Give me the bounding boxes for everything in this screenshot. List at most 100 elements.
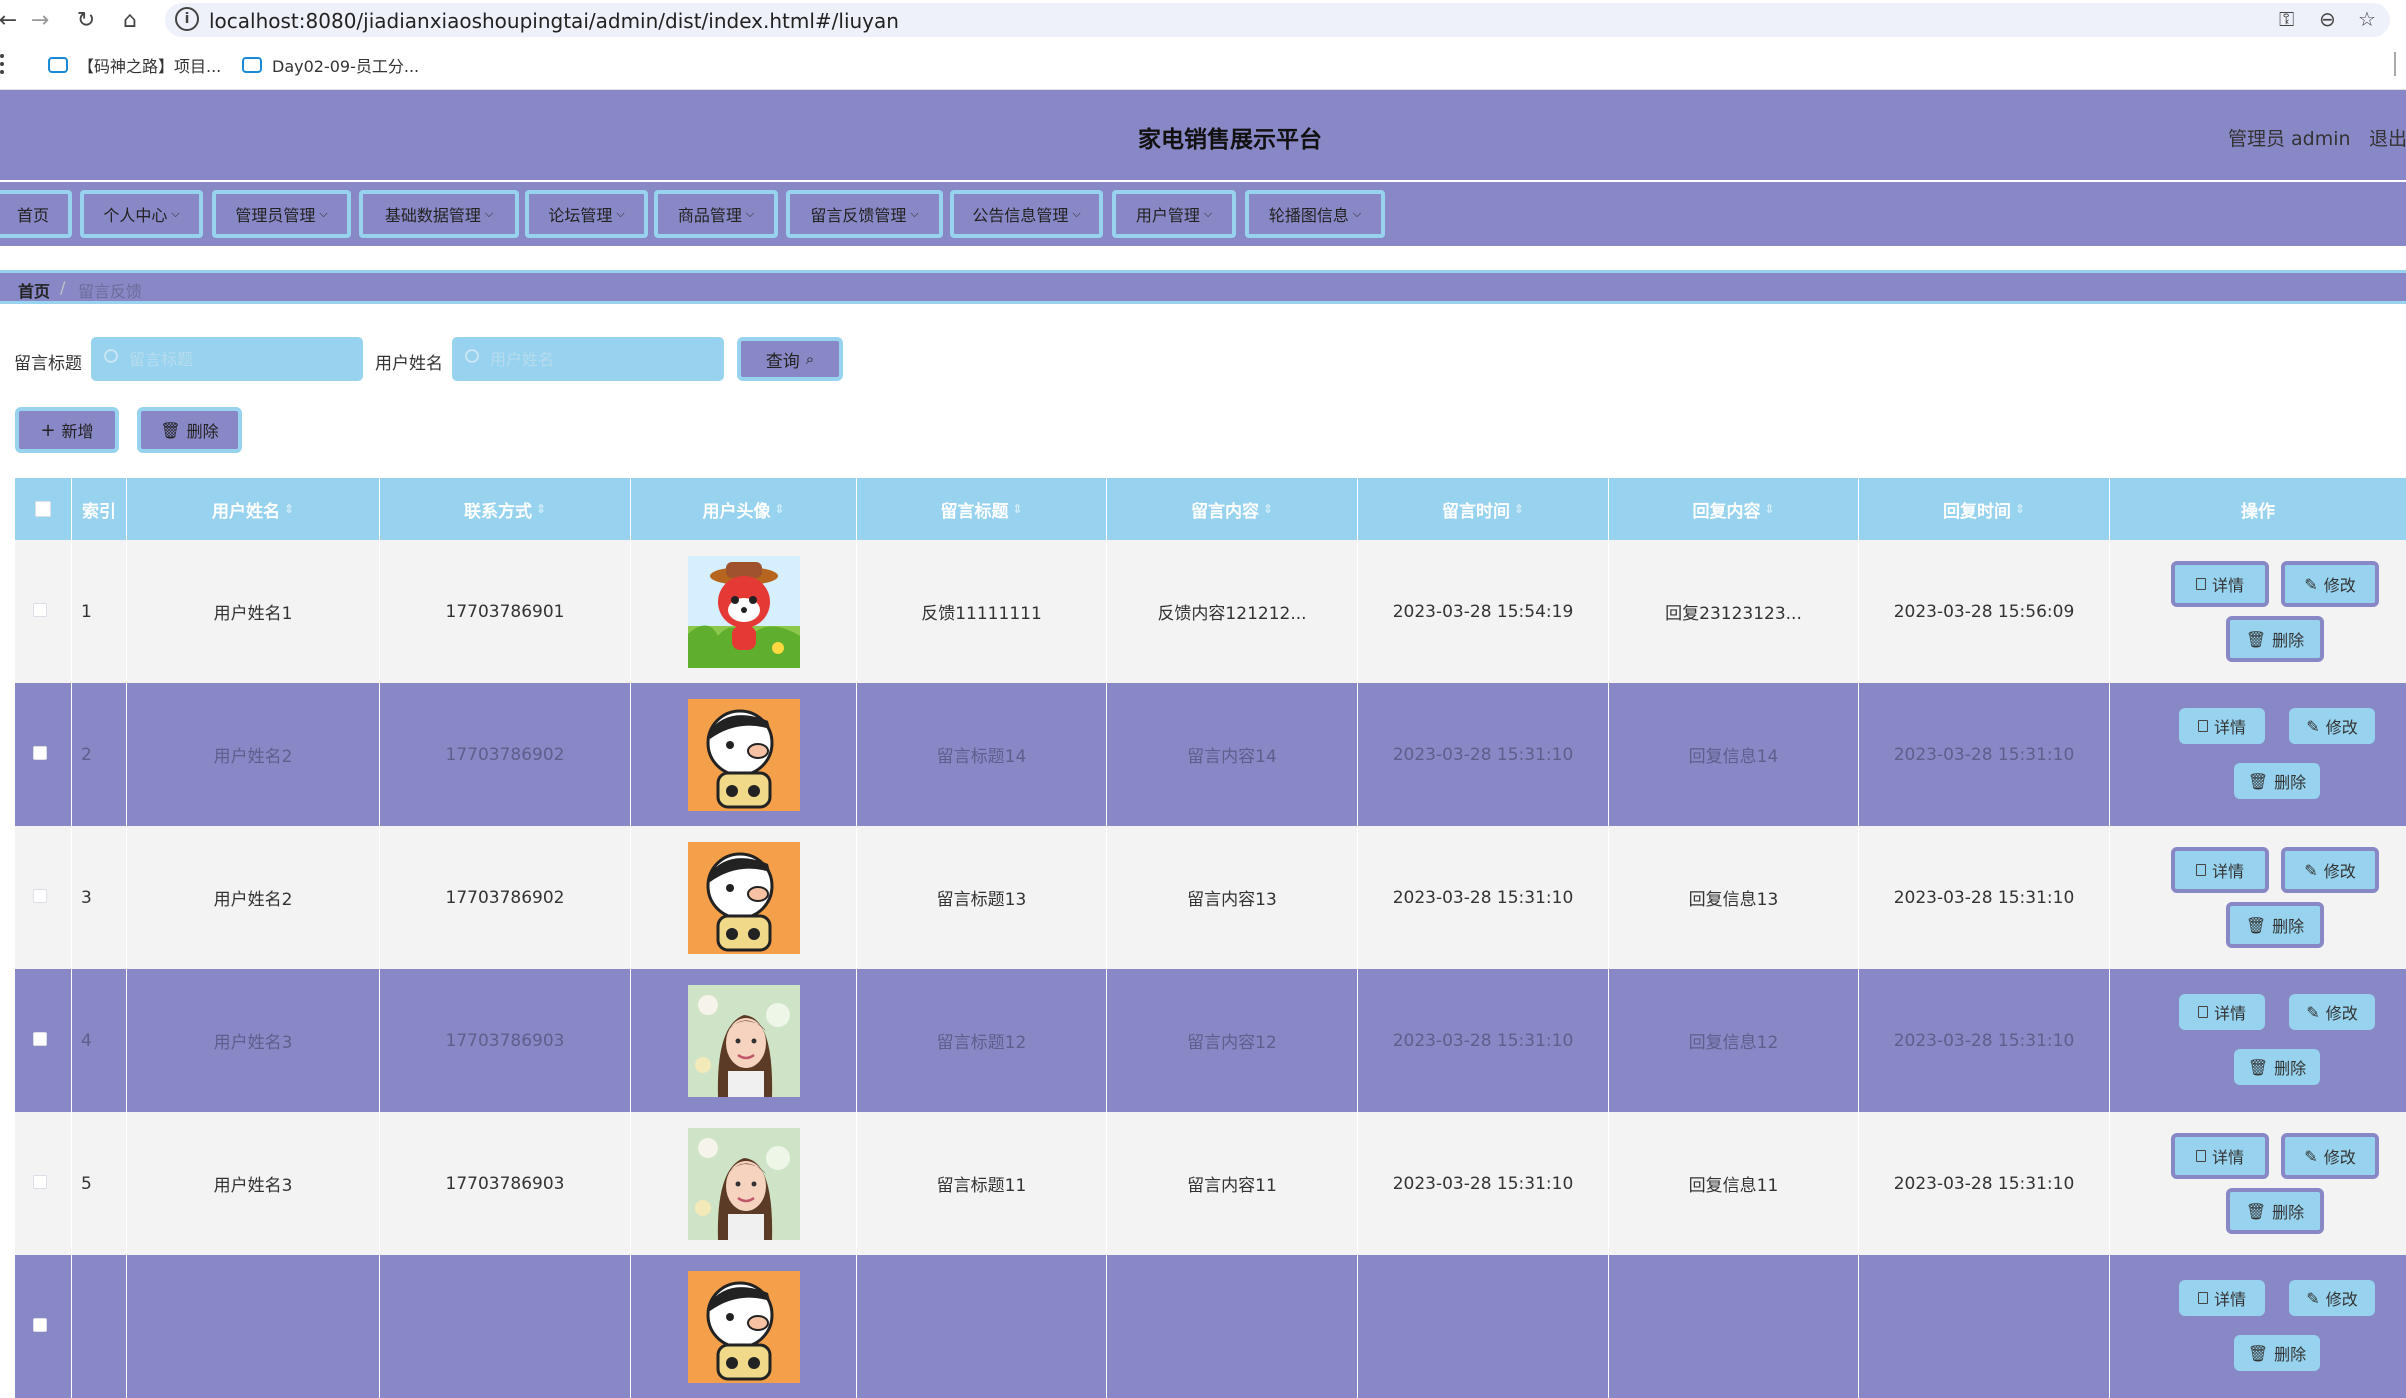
col-header-content[interactable]: 留言内容 ⇕ <box>1107 478 1358 540</box>
add-button[interactable]: + 新增 <box>15 407 119 453</box>
batch-delete-button[interactable]: 🗑 删除 <box>137 407 242 453</box>
breadcrumb-home[interactable]: 首页 <box>18 278 50 302</box>
delete-button[interactable]: 🗑 删除 <box>2226 902 2324 948</box>
delete-button[interactable]: 🗑 删除 <box>2226 1188 2324 1234</box>
avatar-cell <box>631 540 857 683</box>
pencil-icon: ✎ <box>2304 1146 2318 1166</box>
select-all-cell <box>15 478 72 540</box>
menu-item-forum[interactable]: 论坛管理 ⌵ <box>525 190 648 238</box>
menu-item-products[interactable]: 商品管理 ⌵ <box>654 190 778 238</box>
query-button[interactable]: 查询 ⌕ <box>737 337 843 381</box>
reload-icon[interactable]: ↻ <box>72 6 100 34</box>
back-icon[interactable]: ← <box>0 6 22 34</box>
menu-item-admin-management[interactable]: 管理员管理 ⌵ <box>212 190 351 238</box>
col-header-title[interactable]: 留言标题 ⇕ <box>857 478 1107 540</box>
menu-item-home[interactable]: 首页 <box>0 190 72 238</box>
breadcrumb: 首页 / 留言反馈 <box>0 270 2406 304</box>
address-bar[interactable]: i localhost:8080/jiadianxiaoshoupingtai/… <box>165 3 2390 37</box>
col-header-avatar[interactable]: 用户头像 ⇕ <box>631 478 857 540</box>
content-cell: 反馈内容121212... <box>1107 540 1358 683</box>
sort-icon[interactable]: ⇕ <box>1764 502 1774 516</box>
avatar[interactable] <box>688 985 800 1097</box>
sort-icon[interactable]: ⇕ <box>1012 502 1022 516</box>
edit-button[interactable]: ✎ 修改 <box>2289 708 2375 744</box>
browser-toolbar: ← → ↻ ⌂ i localhost:8080/jiadianxiaoshou… <box>0 0 2406 40</box>
col-header-time[interactable]: 留言时间 ⇕ <box>1358 478 1609 540</box>
name-cell: 用户姓名3 <box>127 969 380 1112</box>
avatar[interactable] <box>688 556 800 668</box>
actions-cell: 详情 ✎ 修改 🗑 删除 <box>2110 683 2406 826</box>
detail-button[interactable]: 详情 <box>2171 1133 2269 1179</box>
name-search-input[interactable] <box>452 337 724 381</box>
time-cell: 2023-03-28 15:31:10 <box>1358 826 1609 969</box>
edit-button[interactable]: ✎ 修改 <box>2289 1280 2375 1316</box>
avatar[interactable] <box>688 1128 800 1240</box>
home-icon[interactable]: ⌂ <box>116 6 144 34</box>
menu-item-basic-data[interactable]: 基础数据管理 ⌵ <box>359 190 519 238</box>
sort-icon[interactable]: ⇕ <box>1514 502 1524 516</box>
content-cell: 留言内容12 <box>1107 969 1358 1112</box>
trash-icon: 🗑 <box>2245 1201 2267 1221</box>
col-header-name[interactable]: 用户姓名 ⇕ <box>127 478 380 540</box>
detail-button[interactable]: 详情 <box>2179 994 2265 1030</box>
sort-icon[interactable]: ⇕ <box>284 502 294 516</box>
edit-button[interactable]: ✎ 修改 <box>2289 994 2375 1030</box>
edit-button[interactable]: ✎ 修改 <box>2281 1133 2379 1179</box>
zoom-icon[interactable]: ⊖ <box>2319 7 2336 31</box>
menu-item-users[interactable]: 用户管理 ⌵ <box>1112 190 1236 238</box>
site-info-icon[interactable]: i <box>175 7 199 31</box>
document-icon <box>2195 1150 2206 1162</box>
detail-button[interactable]: 详情 <box>2179 1280 2265 1316</box>
col-header-reply[interactable]: 回复内容 ⇕ <box>1609 478 1859 540</box>
sort-icon[interactable]: ⇕ <box>2015 502 2025 516</box>
document-icon <box>2197 1292 2208 1304</box>
menu-item-feedback[interactable]: 留言反馈管理 ⌵ <box>786 190 943 238</box>
phone-cell: 17703786902 <box>380 826 631 969</box>
detail-button[interactable]: 详情 <box>2171 847 2269 893</box>
title-cell: 反馈11111111 <box>857 540 1107 683</box>
table-row: 4 用户姓名3 17703786903 留言标题12 留言内容12 2023-0… <box>15 969 2406 1112</box>
detail-button[interactable]: 详情 <box>2171 561 2269 607</box>
menu-item-personal-center[interactable]: 个人中心 ⌵ <box>80 190 203 238</box>
col-header-phone[interactable]: 联系方式 ⇕ <box>380 478 631 540</box>
sort-icon[interactable]: ⇕ <box>1263 502 1273 516</box>
delete-button[interactable]: 🗑 删除 <box>2234 1335 2320 1371</box>
document-icon <box>2197 1006 2208 1018</box>
logout-link[interactable]: 退出 <box>2369 124 2406 151</box>
delete-button[interactable]: 🗑 删除 <box>2226 616 2324 662</box>
bookmark-item[interactable]: 【码神之路】项目... <box>48 52 221 78</box>
name-cell: 用户姓名1 <box>127 540 380 683</box>
avatar[interactable] <box>688 1271 800 1383</box>
chevron-down-icon: ⌵ <box>319 207 328 220</box>
name-cell: 用户姓名3 <box>127 1112 380 1255</box>
apps-icon[interactable] <box>0 54 10 74</box>
sort-icon[interactable]: ⇕ <box>536 502 546 516</box>
breadcrumb-separator: / <box>60 278 66 297</box>
actions-cell: 详情 ✎ 修改 🗑 删除 <box>2110 969 2406 1112</box>
reply-time-cell: 2023-03-28 15:31:10 <box>1859 826 2110 969</box>
delete-button[interactable]: 🗑 删除 <box>2234 1049 2320 1085</box>
delete-button[interactable]: 🗑 删除 <box>2234 763 2320 799</box>
menu-item-carousel[interactable]: 轮播图信息 ⌵ <box>1245 190 1385 238</box>
time-cell: 2023-03-28 15:31:10 <box>1358 969 1609 1112</box>
index-cell: 2 <box>15 683 127 826</box>
avatar-cell <box>631 1255 857 1398</box>
edit-button[interactable]: ✎ 修改 <box>2281 847 2379 893</box>
forward-icon[interactable]: → <box>26 6 54 34</box>
bilibili-icon <box>242 57 262 73</box>
url-text[interactable]: localhost:8080/jiadianxiaoshoupingtai/ad… <box>209 9 899 33</box>
password-key-icon[interactable]: ⚿ <box>2279 7 2294 31</box>
detail-button[interactable]: 详情 <box>2179 708 2265 744</box>
actions-cell: 详情 ✎ 修改 🗑 删除 <box>2110 1255 2406 1398</box>
menu-item-announcements[interactable]: 公告信息管理 ⌵ <box>950 190 1103 238</box>
bookmark-item[interactable]: Day02-09-员工分... <box>242 52 419 78</box>
avatar[interactable] <box>688 699 800 811</box>
sort-icon[interactable]: ⇕ <box>774 502 784 516</box>
avatar[interactable] <box>688 842 800 954</box>
edit-button[interactable]: ✎ 修改 <box>2281 561 2379 607</box>
chevron-down-icon: ⌵ <box>171 207 180 220</box>
title-search-input[interactable] <box>91 337 363 381</box>
col-header-reply-time[interactable]: 回复时间 ⇕ <box>1859 478 2110 540</box>
select-all-checkbox[interactable] <box>35 501 51 517</box>
bookmark-star-icon[interactable]: ☆ <box>2358 7 2376 31</box>
